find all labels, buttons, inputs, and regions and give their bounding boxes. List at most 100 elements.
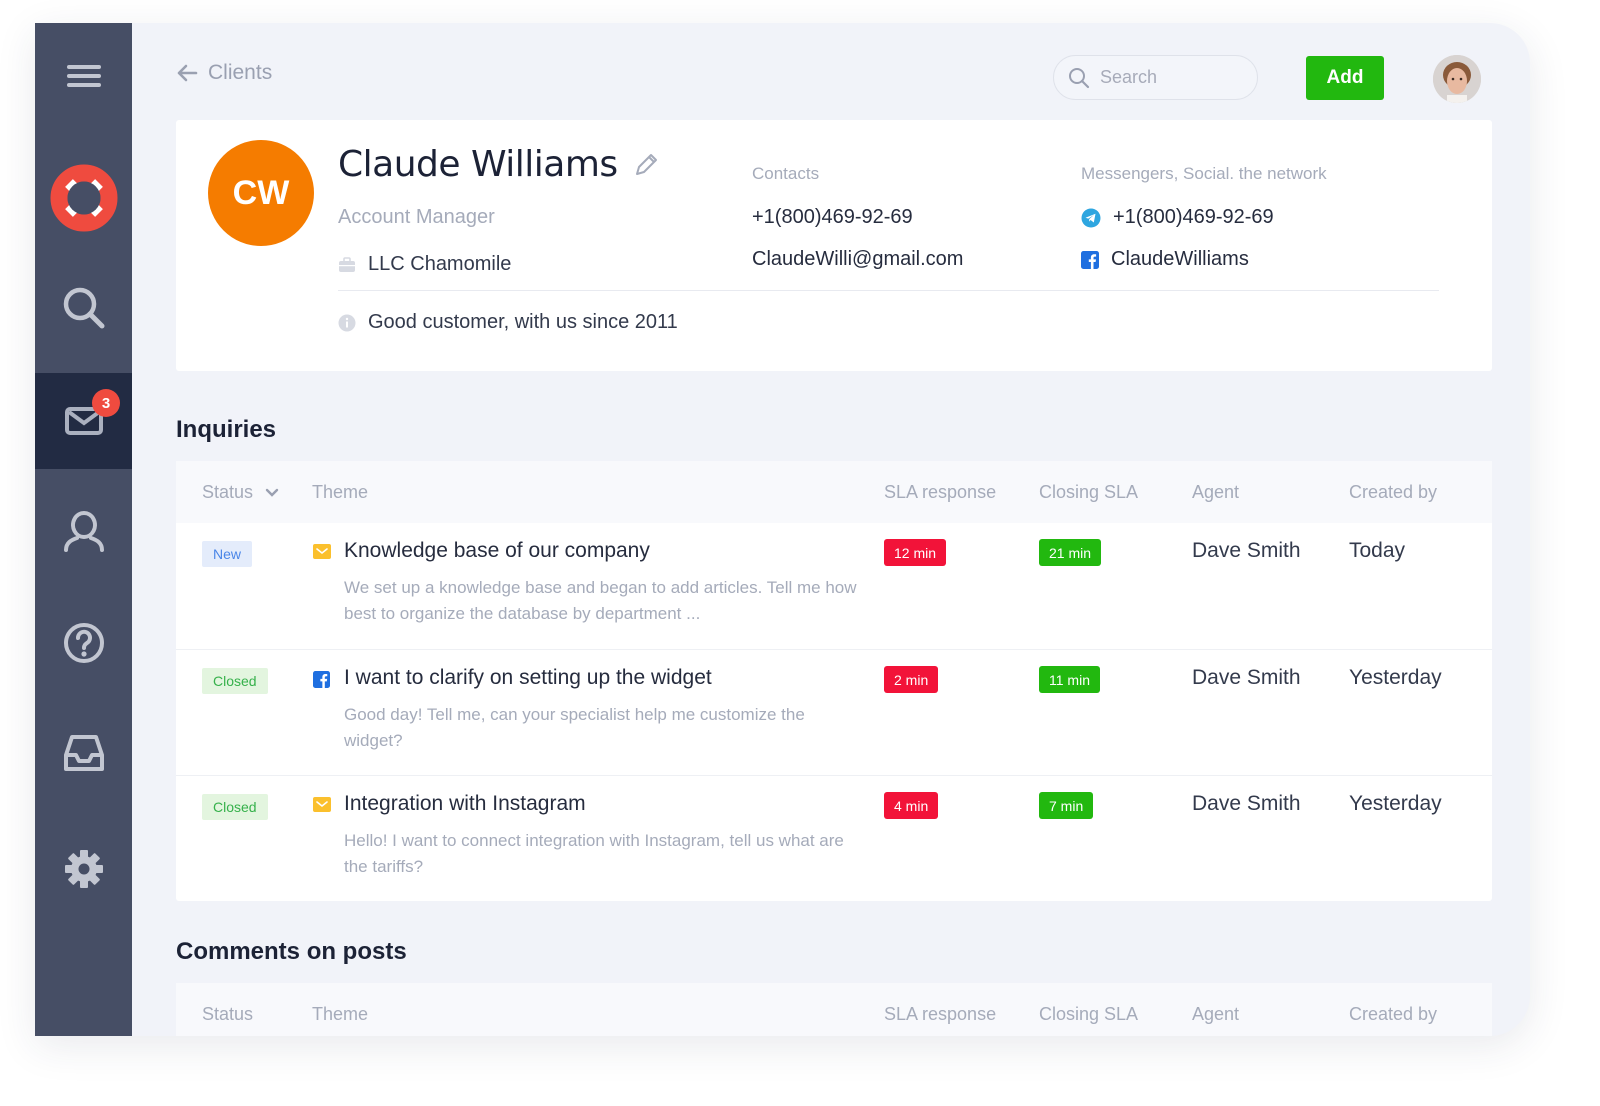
- client-name: Claude Williams: [338, 144, 618, 185]
- unread-count-badge: 3: [92, 389, 120, 417]
- lifebuoy-icon: [50, 164, 117, 232]
- chevron-down-icon: [265, 488, 279, 497]
- agent-name: Dave Smith: [1192, 539, 1301, 562]
- sidebar-item-settings[interactable]: [35, 821, 132, 917]
- inquiries-title: Inquiries: [176, 416, 277, 443]
- column-header-created-by[interactable]: Created by: [1349, 482, 1437, 503]
- info-icon: [338, 314, 356, 331]
- table-body: New Knowledge base of our company We set…: [176, 523, 1492, 901]
- sidebar-item-menu[interactable]: [35, 28, 132, 124]
- profile-divider: [338, 290, 1439, 291]
- edit-pencil-icon[interactable]: [632, 151, 660, 179]
- contact-phone[interactable]: +1(800)469-92-69: [752, 206, 913, 229]
- gear-icon: [64, 850, 103, 888]
- question-circle-icon: [63, 623, 104, 663]
- email-channel-icon: [313, 544, 331, 559]
- search-box[interactable]: [1053, 55, 1258, 100]
- main-content: Clients Add CW Claude William: [132, 23, 1530, 1036]
- column-header-theme[interactable]: Theme: [312, 1004, 368, 1025]
- sidebar: 3: [35, 23, 132, 1036]
- status-badge: New: [202, 541, 253, 567]
- sla-response-badge: 12 min: [884, 539, 947, 566]
- back-to-clients-link[interactable]: Clients: [176, 61, 272, 85]
- contacts-heading: Contacts: [752, 164, 820, 183]
- sidebar-item-inbox-messages[interactable]: 3: [35, 373, 132, 469]
- created-date: Today: [1349, 539, 1406, 562]
- messengers-heading: Messengers, Social. the network: [1081, 164, 1327, 183]
- inquiry-title[interactable]: I want to clarify on setting up the widg…: [344, 666, 712, 690]
- facebook-icon: [1081, 250, 1099, 269]
- arrow-left-icon: [177, 64, 198, 82]
- column-header-created-by[interactable]: Created by: [1349, 1004, 1437, 1025]
- sidebar-item-archive[interactable]: [35, 705, 132, 801]
- client-profile-card: CW Claude Williams Account Manager LLC C…: [176, 120, 1492, 371]
- column-header-agent[interactable]: Agent: [1192, 1004, 1239, 1025]
- created-date: Yesterday: [1349, 792, 1442, 815]
- phone-value: +1(800)469-92-69: [752, 206, 913, 228]
- table-row[interactable]: Closed Integration with Instagram Hello!…: [176, 775, 1492, 901]
- inquiry-title[interactable]: Knowledge base of our company: [344, 539, 650, 563]
- inquiry-description: Hello! I want to connect integration wit…: [344, 831, 844, 876]
- note-text: Good customer, with us since 2011: [368, 311, 678, 333]
- status-badge: Closed: [202, 668, 268, 694]
- client-avatar: CW: [208, 140, 314, 246]
- closing-sla-badge: 11 min: [1039, 666, 1100, 693]
- company-name: LLC Chamomile: [368, 253, 512, 275]
- inquiries-table: Status Theme SLA response Closing SLA Ag…: [176, 461, 1492, 901]
- column-header-theme[interactable]: Theme: [312, 482, 368, 503]
- client-company: LLC Chamomile: [338, 253, 511, 276]
- column-header-status[interactable]: Status: [202, 1004, 253, 1025]
- telegram-contact[interactable]: +1(800)469-92-69: [1081, 206, 1274, 229]
- telegram-value: +1(800)469-92-69: [1113, 206, 1274, 228]
- comments-table: Status Theme SLA response Closing SLA Ag…: [176, 983, 1492, 1036]
- table-header: Status Theme SLA response Closing SLA Ag…: [176, 983, 1492, 1036]
- sidebar-item-search[interactable]: [35, 260, 132, 356]
- column-header-closing-sla[interactable]: Closing SLA: [1039, 1004, 1138, 1025]
- closing-sla-badge: 7 min: [1039, 792, 1094, 819]
- sla-response-badge: 4 min: [884, 792, 939, 819]
- agent-name: Dave Smith: [1192, 666, 1301, 689]
- column-header-closing-sla[interactable]: Closing SLA: [1039, 482, 1138, 503]
- back-label: Clients: [208, 61, 273, 84]
- search-icon: [63, 287, 104, 329]
- search-input[interactable]: [1100, 67, 1240, 88]
- sidebar-item-clients[interactable]: [35, 483, 132, 579]
- table-row[interactable]: New Knowledge base of our company We set…: [176, 523, 1492, 649]
- user-photo-icon: [1433, 55, 1481, 103]
- column-header-status-label: Status: [202, 482, 254, 502]
- inquiry-description: We set up a knowledge base and began to …: [344, 578, 857, 623]
- client-role: Account Manager: [338, 206, 495, 228]
- sla-response-badge: 2 min: [884, 666, 939, 693]
- user-icon: [63, 511, 104, 552]
- email-value: ClaudeWilli@gmail.com: [752, 248, 964, 270]
- status-badge: Closed: [202, 794, 268, 820]
- sidebar-item-help[interactable]: [35, 595, 132, 691]
- search-icon: [1069, 67, 1090, 88]
- user-avatar[interactable]: [1433, 55, 1481, 103]
- comments-title: Comments on posts: [176, 938, 407, 965]
- tray-icon: [63, 735, 104, 771]
- column-header-agent[interactable]: Agent: [1192, 482, 1239, 503]
- sidebar-item-support[interactable]: [35, 150, 132, 246]
- facebook-value: ClaudeWilliams: [1111, 248, 1249, 270]
- client-note: Good customer, with us since 2011: [338, 311, 678, 334]
- column-header-sla-response[interactable]: SLA response: [884, 1004, 996, 1025]
- hamburger-menu-icon: [66, 65, 101, 87]
- facebook-contact[interactable]: ClaudeWilliams: [1081, 248, 1249, 271]
- briefcase-icon: [339, 256, 355, 272]
- add-button[interactable]: Add: [1306, 56, 1384, 100]
- agent-name: Dave Smith: [1192, 792, 1301, 815]
- facebook-channel-icon: [313, 671, 330, 688]
- contact-email[interactable]: ClaudeWilli@gmail.com: [752, 248, 963, 271]
- created-date: Yesterday: [1349, 666, 1442, 689]
- table-row[interactable]: Closed I want to clarify on setting up t…: [176, 649, 1492, 775]
- column-header-sla-response[interactable]: SLA response: [884, 482, 996, 503]
- inquiry-description: Good day! Tell me, can your specialist h…: [344, 705, 805, 750]
- telegram-icon: [1081, 208, 1101, 227]
- email-channel-icon: [313, 797, 331, 812]
- table-header: Status Theme SLA response Closing SLA Ag…: [176, 461, 1492, 523]
- client-name-row: Claude Williams: [338, 144, 660, 185]
- column-header-status[interactable]: Status: [202, 482, 279, 503]
- inquiry-title[interactable]: Integration with Instagram: [344, 792, 586, 816]
- app-window: 3 Clients Search Add CW Claude Williams …: [35, 23, 1530, 1036]
